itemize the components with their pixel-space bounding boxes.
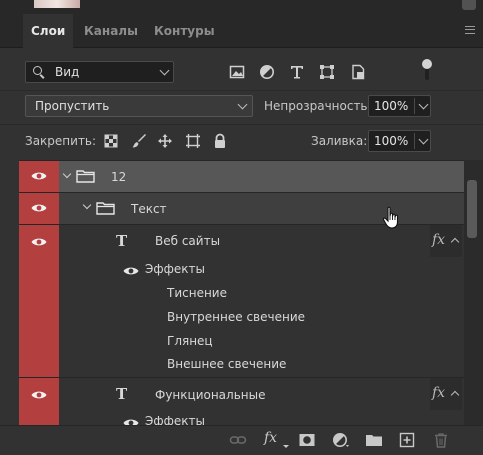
eye-icon[interactable] [123, 266, 139, 276]
chevron-down-icon[interactable] [418, 134, 429, 145]
search-icon [33, 66, 42, 75]
divider [414, 98, 415, 114]
effects-label: Эффекты [145, 414, 205, 425]
lock-all-icon[interactable] [212, 133, 228, 149]
panel-tabs: Слои Каналы Контуры [0, 14, 483, 49]
chevron-down-icon[interactable] [418, 99, 429, 110]
new-layer-icon[interactable] [398, 432, 416, 448]
opacity-value: 100% [374, 99, 409, 113]
layers-scrollbar[interactable] [464, 160, 483, 425]
effect-item[interactable]: Тиснение [167, 286, 227, 300]
new-group-icon[interactable] [365, 432, 383, 448]
layer-name: Текст [131, 202, 167, 216]
smart-object-filter-icon[interactable] [350, 64, 366, 80]
lock-label: Закрепить: [25, 134, 97, 148]
effect-item[interactable]: Внешнее свечение [167, 357, 286, 371]
layer-row-functional[interactable]: T Функциональные fx Эффекты [19, 378, 464, 425]
expand-chevron-icon[interactable] [62, 169, 72, 179]
filter-toggle-switch[interactable] [422, 59, 432, 81]
blend-mode-dropdown[interactable]: Пропустить [25, 95, 253, 117]
scrollbar-end[interactable] [462, 0, 476, 10]
effects-label: Эффекты [145, 262, 205, 276]
visibility-toggle[interactable] [19, 161, 59, 192]
layer-name: Веб сайты [155, 234, 221, 248]
layers-list: 12 Текст T Веб сайты fx Эффекты Тиснение… [19, 160, 464, 425]
text-layer-icon: T [116, 232, 128, 250]
add-style-button[interactable]: fx [264, 430, 289, 450]
effect-item[interactable]: Внутреннее свечение [167, 310, 305, 324]
filter-kind-dropdown[interactable]: Вид [25, 61, 174, 83]
eye-icon [31, 204, 47, 212]
add-style-icon: fx [264, 430, 278, 446]
image-filter-icon[interactable] [229, 64, 245, 80]
folder-icon [76, 170, 95, 183]
visibility-toggle[interactable] [19, 225, 59, 377]
lock-position-icon[interactable] [157, 133, 173, 149]
scrollbar-thumb[interactable] [467, 180, 477, 238]
eye-icon [31, 391, 47, 399]
shape-filter-icon[interactable] [319, 64, 335, 80]
add-mask-icon[interactable] [298, 432, 316, 448]
fx-cell[interactable]: fx [430, 225, 462, 257]
fill-field[interactable]: 100% [368, 130, 431, 152]
chevron-down-icon [159, 65, 170, 76]
delete-layer-icon[interactable] [432, 432, 450, 448]
fill-label: Заливка: [311, 134, 368, 148]
panel-menu-icon[interactable] [465, 26, 475, 34]
adjustment-layer-icon[interactable] [332, 432, 350, 448]
type-filter-icon[interactable] [289, 64, 305, 80]
collapse-effects-icon[interactable] [450, 390, 460, 400]
fill-value: 100% [374, 134, 409, 148]
tab-layers[interactable]: Слои [23, 14, 74, 49]
tab-paths[interactable]: Контуры [146, 14, 223, 48]
opacity-field[interactable]: 100% [368, 95, 431, 117]
expand-chevron-icon[interactable] [82, 200, 92, 210]
visibility-toggle[interactable] [19, 193, 59, 224]
divider [0, 90, 483, 91]
fx-cell[interactable]: fx [430, 378, 462, 410]
hand-cursor-icon [382, 206, 399, 229]
tab-channels[interactable]: Каналы [76, 14, 146, 48]
effect-item[interactable]: Глянец [167, 334, 213, 348]
eye-icon[interactable] [123, 418, 139, 425]
lock-image-pixels-icon[interactable] [131, 133, 147, 149]
fx-indicator-icon: fx [432, 385, 446, 401]
opacity-label: Непрозрачность: [264, 99, 372, 113]
panel-top-strip [0, 0, 483, 14]
layer-name: Функциональные [155, 388, 266, 402]
layer-row-12[interactable]: 12 [19, 161, 464, 192]
folder-icon [96, 202, 115, 215]
layer-row-web-sites[interactable]: T Веб сайты fx Эффекты Тиснение Внутренн… [19, 225, 464, 377]
adjustment-filter-icon[interactable] [259, 64, 275, 80]
toggle-knob [422, 59, 432, 69]
lock-artboard-icon[interactable] [185, 133, 201, 149]
collapse-effects-icon[interactable] [450, 237, 460, 247]
link-layers-icon[interactable] [229, 432, 247, 448]
divider [414, 133, 415, 149]
image-thumbnail-edge [34, 0, 80, 8]
eye-icon [31, 238, 47, 246]
blend-mode-value: Пропустить [35, 99, 110, 113]
lock-transparent-pixels-icon[interactable] [103, 133, 119, 149]
filter-kind-value: Вид [55, 65, 80, 79]
toggle-stem [425, 69, 429, 80]
submenu-arrow-icon [283, 445, 289, 448]
visibility-toggle[interactable] [19, 378, 59, 425]
layer-name: 12 [111, 170, 127, 184]
text-layer-icon: T [116, 385, 128, 403]
eye-icon [31, 172, 47, 180]
divider [0, 124, 483, 125]
fx-indicator-icon: fx [432, 232, 446, 248]
chevron-down-icon [237, 99, 248, 110]
